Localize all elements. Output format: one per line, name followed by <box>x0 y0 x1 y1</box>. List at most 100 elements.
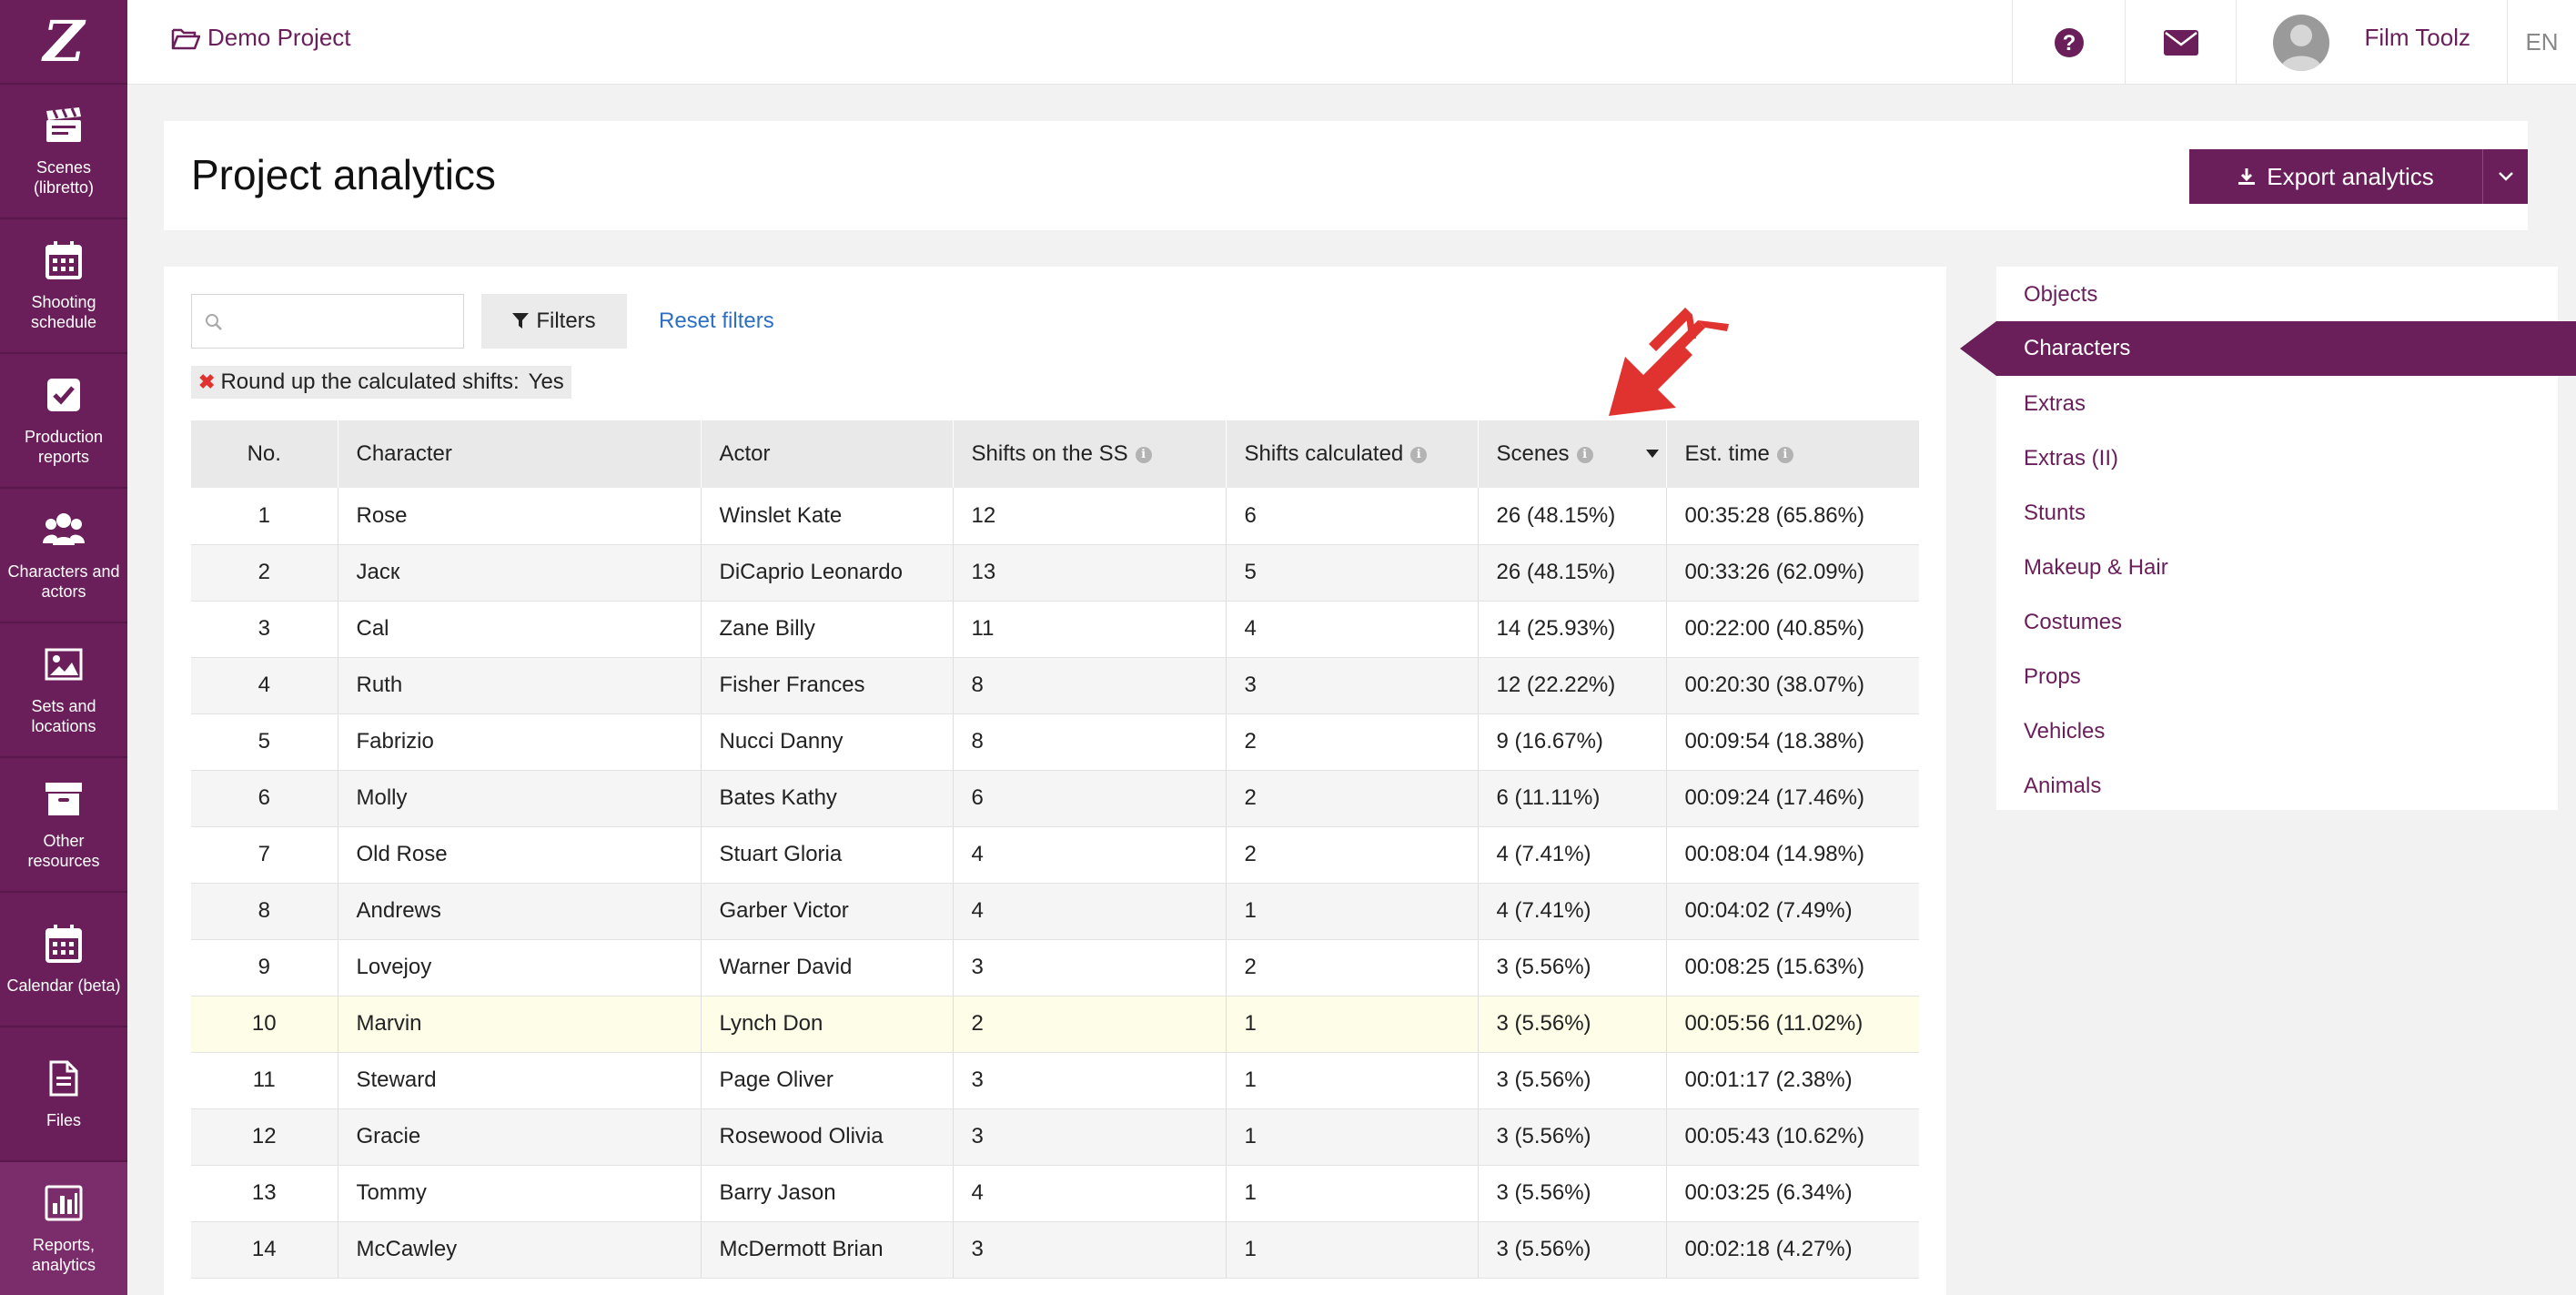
resource-item-vehicles[interactable]: Vehicles <box>2024 719 2105 744</box>
table-row[interactable]: 13 Tommy Barry Jason 4 1 3 (5.56%) 00:03:25 (6… <box>191 1165 1919 1222</box>
sidebar-item-label: Calendar (beta) <box>6 976 121 995</box>
col-label: Shifts on the SS <box>971 441 1128 466</box>
search-field[interactable] <box>191 294 464 349</box>
info-icon[interactable]: i <box>1576 446 1593 463</box>
search-icon <box>206 314 222 330</box>
resource-item-characters[interactable]: Characters <box>1960 321 2576 376</box>
cell-shifts-calculated: 3 <box>1226 657 1479 714</box>
cell-scenes: 9 (16.67%) <box>1478 713 1667 771</box>
avatar <box>2273 14 2330 71</box>
reset-filters-link[interactable]: Reset filters <box>659 309 774 334</box>
analytics-table: No. Character Actor Shifts on the SS i Sh… <box>191 420 1919 1279</box>
col-shifts-calculated[interactable]: Shifts calculated i <box>1226 420 1479 488</box>
cell-shifts-ss: 4 <box>953 826 1227 884</box>
cell-shifts-calculated: 2 <box>1226 826 1479 884</box>
resource-item-animals[interactable]: Animals <box>2024 774 2101 799</box>
table-row[interactable]: 8 Andrews Garber Victor 4 1 4 (7.41%) 00:04:02… <box>191 883 1919 940</box>
resource-item-extras-ii[interactable]: Extras (II) <box>2024 446 2118 471</box>
resource-item-props[interactable]: Props <box>2024 664 2081 690</box>
sidebar-item-characters-actors[interactable]: Characters and actors <box>0 489 127 623</box>
cell-shifts-calculated: 1 <box>1226 1108 1479 1166</box>
cell-shifts-ss: 6 <box>953 770 1227 827</box>
col-label: Scenes <box>1496 441 1570 466</box>
page-title: Project analytics <box>191 151 496 198</box>
col-character[interactable]: Character <box>338 420 702 488</box>
remove-filter-icon[interactable]: ✖ <box>198 370 215 394</box>
sidebar-item-files[interactable]: Files <box>0 1027 127 1162</box>
download-icon <box>2238 168 2256 185</box>
resource-item-extras[interactable]: Extras <box>2024 391 2086 417</box>
cell-character: Tommy <box>338 1165 702 1222</box>
col-no[interactable]: No. <box>191 420 338 488</box>
cell-shifts-ss: 2 <box>953 996 1227 1053</box>
sidebar-item-reports-analytics[interactable]: Reports, analytics <box>0 1162 127 1295</box>
calendar-icon <box>43 239 85 281</box>
export-analytics-button[interactable]: Export analytics <box>2189 149 2482 204</box>
cell-shifts-ss: 12 <box>953 488 1227 545</box>
sidebar-item-sets-locations[interactable]: Sets and locations <box>0 623 127 758</box>
cell-character: Gracie <box>338 1108 702 1166</box>
table-row[interactable]: 9 Lovejoy Warner David 3 2 3 (5.56%) 00:08:25 … <box>191 939 1919 997</box>
resource-item-stunts[interactable]: Stunts <box>2024 501 2086 526</box>
cell-scenes: 26 (48.15%) <box>1478 488 1667 545</box>
cell-character: Rose <box>338 488 702 545</box>
col-actor[interactable]: Actor <box>701 420 954 488</box>
active-filter-chip: ✖ Round up the calculated shifts: Yes <box>191 366 571 399</box>
resource-item-objects[interactable]: Objects <box>2024 282 2097 308</box>
users-icon <box>43 509 85 551</box>
envelope-icon <box>2163 29 2198 56</box>
project-link[interactable]: Demo Project <box>171 24 351 52</box>
cell-shifts-calculated: 6 <box>1226 488 1479 545</box>
search-input[interactable] <box>192 295 463 348</box>
sidebar-item-shooting-schedule[interactable]: Shooting schedule <box>0 219 127 354</box>
table-row[interactable]: 3 Cal Zane Billy 11 4 14 (25.93%) 00:22:00 (40… <box>191 601 1919 658</box>
filters-button[interactable]: Filters <box>481 294 627 349</box>
sidebar-item-production-reports[interactable]: Production reports <box>0 354 127 489</box>
sidebar-item-scenes[interactable]: Scenes (libretto) <box>0 85 127 219</box>
info-icon[interactable]: i <box>1135 446 1152 463</box>
cell-est-time: 00:09:24 (17.46%) <box>1666 770 1919 827</box>
language-switch[interactable]: EN <box>2507 0 2576 85</box>
table-row[interactable]: 6 Molly Bates Kathy 6 2 6 (11.11%) 00:09:24 (1… <box>191 770 1919 827</box>
table-row[interactable]: 10 Marvin Lynch Don 2 1 3 (5.56%) 00:05:56 (11… <box>191 996 1919 1053</box>
col-label: Shifts calculated <box>1244 441 1404 466</box>
resource-item-makeup-hair[interactable]: Makeup & Hair <box>2024 555 2168 581</box>
col-shifts-ss[interactable]: Shifts on the SS i <box>953 420 1227 488</box>
cell-actor: Garber Victor <box>701 883 954 940</box>
info-icon[interactable]: i <box>1776 446 1793 463</box>
cell-character: Old Rose <box>338 826 702 884</box>
table-row[interactable]: 2 Jacк DiCaprio Leonardo 13 5 26 (48.15%) 00:3… <box>191 544 1919 602</box>
cell-no: 12 <box>191 1108 338 1166</box>
sidebar-item-label: Shooting schedule <box>30 293 97 331</box>
export-label: Export analytics <box>2267 162 2434 190</box>
table-row[interactable]: 4 Ruth Fisher Frances 8 3 12 (22.22%) 00:20:30… <box>191 657 1919 714</box>
table-row[interactable]: 12 Gracie Rosewood Olivia 3 1 3 (5.56%) 00:05:… <box>191 1108 1919 1166</box>
table-row[interactable]: 5 Fabrizio Nucci Danny 8 2 9 (16.67%) 00:09:54… <box>191 713 1919 771</box>
cell-shifts-calculated: 2 <box>1226 939 1479 997</box>
messages-button[interactable] <box>2125 0 2236 85</box>
sidebar-item-label: Reports, analytics <box>31 1236 96 1274</box>
sidebar-item-calendar[interactable]: Calendar (beta) <box>0 893 127 1027</box>
cell-no: 8 <box>191 883 338 940</box>
sidebar-item-other-resources[interactable]: Other resources <box>0 758 127 893</box>
filter-icon <box>512 313 530 329</box>
info-icon[interactable]: i <box>1410 446 1428 463</box>
cell-character: Lovejoy <box>338 939 702 997</box>
chevron-down-icon <box>2498 172 2513 181</box>
help-button[interactable]: ? <box>2012 0 2125 85</box>
app-logo[interactable]: Z <box>0 0 127 85</box>
table-row[interactable]: 14 McCawley McDermott Brian 3 1 3 (5.56%) 00:0… <box>191 1221 1919 1279</box>
cell-scenes: 14 (25.93%) <box>1478 601 1667 658</box>
annotation-arrow-icon <box>1609 308 1729 416</box>
cell-actor: Page Oliver <box>701 1052 954 1109</box>
cell-scenes: 6 (11.11%) <box>1478 770 1667 827</box>
active-pointer <box>1960 321 1996 376</box>
table-row[interactable]: 1 Rose Winslet Kate 12 6 26 (48.15%) 00:35:28 … <box>191 488 1919 545</box>
table-row[interactable]: 11 Steward Page Oliver 3 1 3 (5.56%) 00:01:17 … <box>191 1052 1919 1109</box>
filters-label: Filters <box>536 309 596 333</box>
table-row[interactable]: 7 Old Rose Stuart Gloria 4 2 4 (7.41%) 00:08:0… <box>191 826 1919 884</box>
user-menu[interactable]: Film Toolz <box>2236 0 2507 85</box>
cell-scenes: 3 (5.56%) <box>1478 1165 1667 1222</box>
export-dropdown-toggle[interactable] <box>2482 149 2528 204</box>
resource-item-costumes[interactable]: Costumes <box>2024 610 2122 635</box>
